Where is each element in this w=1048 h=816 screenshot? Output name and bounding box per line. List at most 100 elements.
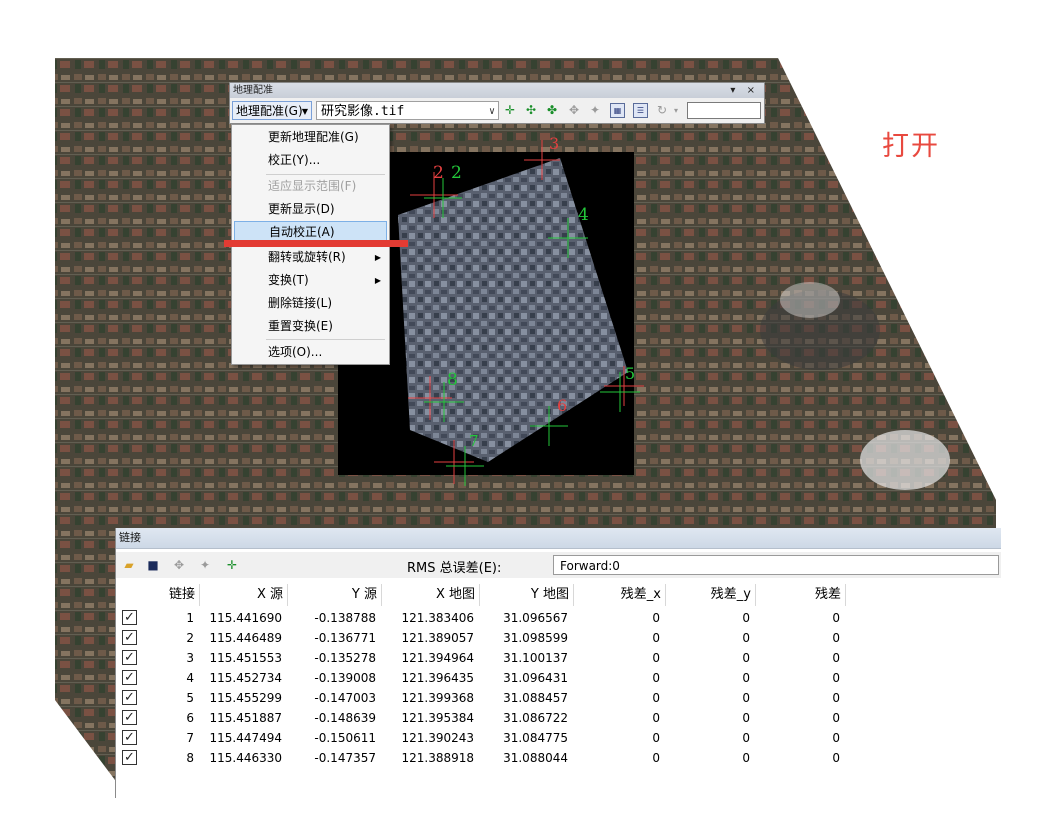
table-row[interactable]: ✓ 7 115.447494 -0.150611 121.390243 31.084775… [116,728,856,748]
table-row[interactable]: ✓ 8 115.446330 -0.147357 121.388918 31.088044… [116,748,856,768]
table-cell: 0 [742,731,750,745]
table-cell: 115.452734 [209,671,282,685]
table-row[interactable]: ✓ 3 115.451553 -0.135278 121.394964 31.100137… [116,648,856,668]
menu-separator [266,174,385,175]
menu-item-label: 翻转或旋转(R) [268,250,346,264]
add-control-points-icon[interactable]: ✛ [502,102,518,118]
column-header[interactable]: X 地图 [382,584,480,606]
table-cell: 0 [832,631,840,645]
table-cell: 0 [652,631,660,645]
table-cell: 0 [652,751,660,765]
menu-item-label: 变换(T) [268,273,309,287]
table-cell: 0 [832,711,840,725]
layer-select[interactable]: 研究影像.tif ∨ [316,101,499,120]
column-header[interactable]: 残差_x [574,584,666,606]
column-header[interactable]: X 源 [200,584,288,606]
open-folder-icon[interactable]: ▰ [121,557,137,573]
link-enabled-checkbox[interactable]: ✓ [122,690,137,705]
table-cell: 0 [832,671,840,685]
menu-item-flip-or-rotate[interactable]: 翻转或旋转(R) ▶ [234,247,387,268]
menu-item-update-georeferencing[interactable]: 更新地理配准(G) [234,127,387,148]
table-row[interactable]: ✓ 5 115.455299 -0.147003 121.399368 31.088457… [116,688,856,708]
table-cell: -0.135278 [314,651,376,665]
link-table-icon[interactable]: ☰ [633,103,648,118]
georeferencing-menu-button[interactable]: 地理配准(G) ▼ [232,101,312,120]
table-cell: 115.447494 [209,731,282,745]
table-cell: 0 [652,711,660,725]
zoom-to-link-icon[interactable]: ✥ [171,557,187,573]
zoom-to-selected-link-icon[interactable]: ✥ [566,102,582,118]
menu-item-rectify[interactable]: 校正(Y)... [234,150,387,171]
save-icon[interactable]: ■ [145,557,161,573]
layer-select-value: 研究影像.tif [321,104,405,119]
delete-link-icon[interactable]: ✦ [587,102,603,118]
table-cell: 31.098599 [503,631,568,645]
column-header[interactable]: 残差 [756,584,846,606]
toolbar-titlebar[interactable]: 地理配准 ▾ × [230,83,764,98]
table-cell: 0 [832,651,840,665]
table-cell: 0 [742,631,750,645]
table-cell: 0 [652,611,660,625]
table-cell: 0 [742,751,750,765]
menu-item-label: 删除链接(L) [268,296,333,310]
viewer-icon[interactable]: ▦ [610,103,625,118]
table-cell: 121.390243 [401,731,474,745]
table-cell: 121.394964 [401,651,474,665]
table-cell: 5 [186,691,194,705]
map-point-label: 3 [549,134,560,153]
rms-label: RMS 总误差(E): [407,561,502,576]
table-cell: 8 [186,751,194,765]
menu-item-auto-adjust[interactable]: 自动校正(A) [234,221,387,242]
add-link-icon[interactable]: ✛ [224,557,240,573]
toolbar-title: 地理配准 [233,85,273,96]
link-enabled-checkbox[interactable]: ✓ [122,610,137,625]
table-row[interactable]: ✓ 2 115.446489 -0.136771 121.389057 31.098599… [116,628,856,648]
column-header[interactable]: Y 地图 [480,584,574,606]
table-cell: -0.136771 [314,631,376,645]
delete-link-icon[interactable]: ✦ [197,557,213,573]
menu-item-transformation[interactable]: 变换(T) ▶ [234,270,387,291]
toolbar-window-controls[interactable]: ▾ × [730,83,759,98]
table-cell: -0.147003 [314,691,376,705]
table-cell: 0 [652,651,660,665]
column-header[interactable]: 残差_y [666,584,756,606]
table-cell: 31.084775 [503,731,568,745]
menu-item-label: 更新显示(D) [268,202,335,216]
menu-item-options[interactable]: 选项(O)... [234,342,387,363]
table-cell: 0 [652,671,660,685]
link-enabled-checkbox[interactable]: ✓ [122,650,137,665]
rotate-angle-field[interactable] [687,102,761,119]
menu-item-label: 重置变换(E) [268,319,333,333]
table-cell: 6 [186,711,194,725]
highlight-marker [224,240,408,247]
column-header[interactable]: Y 源 [288,584,382,606]
link-enabled-checkbox[interactable]: ✓ [122,750,137,765]
rms-value-field: Forward:0 [553,555,999,575]
georeferencing-toolbar: 地理配准 ▾ × 地理配准(G) ▼ 研究影像.tif ∨ ✛ ✣ ✤ ✥ ✦ … [229,82,765,124]
link-enabled-checkbox[interactable]: ✓ [122,670,137,685]
table-cell: 7 [186,731,194,745]
link-enabled-checkbox[interactable]: ✓ [122,730,137,745]
menu-item-update-display[interactable]: 更新显示(D) [234,199,387,220]
table-cell: 3 [186,651,194,665]
table-cell: 0 [742,651,750,665]
map-point-label: 8 [447,370,458,390]
table-row[interactable]: ✓ 6 115.451887 -0.148639 121.395384 31.086722… [116,708,856,728]
select-link-icon[interactable]: ✤ [544,102,560,118]
table-row[interactable]: ✓ 4 115.452734 -0.139008 121.396435 31.096431… [116,668,856,688]
table-cell: 0 [832,691,840,705]
table-cell: -0.147357 [314,751,376,765]
auto-adjust-icon[interactable]: ✣ [523,102,539,118]
link-enabled-checkbox[interactable]: ✓ [122,710,137,725]
menu-item-reset-transformation[interactable]: 重置变换(E) [234,316,387,337]
table-cell: 121.399368 [401,691,474,705]
submenu-arrow-icon: ▶ [374,253,381,262]
link-enabled-checkbox[interactable]: ✓ [122,630,137,645]
table-cell: 121.388918 [401,751,474,765]
menu-item-delete-links[interactable]: 删除链接(L) [234,293,387,314]
column-header[interactable]: 链接 [146,584,200,606]
table-cell: 0 [652,731,660,745]
rotate-dropdown-icon[interactable]: ▾ [668,102,684,118]
table-row[interactable]: ✓ 1 115.441690 -0.138788 121.383406 31.096567… [116,608,856,628]
table-cell: 121.383406 [401,611,474,625]
